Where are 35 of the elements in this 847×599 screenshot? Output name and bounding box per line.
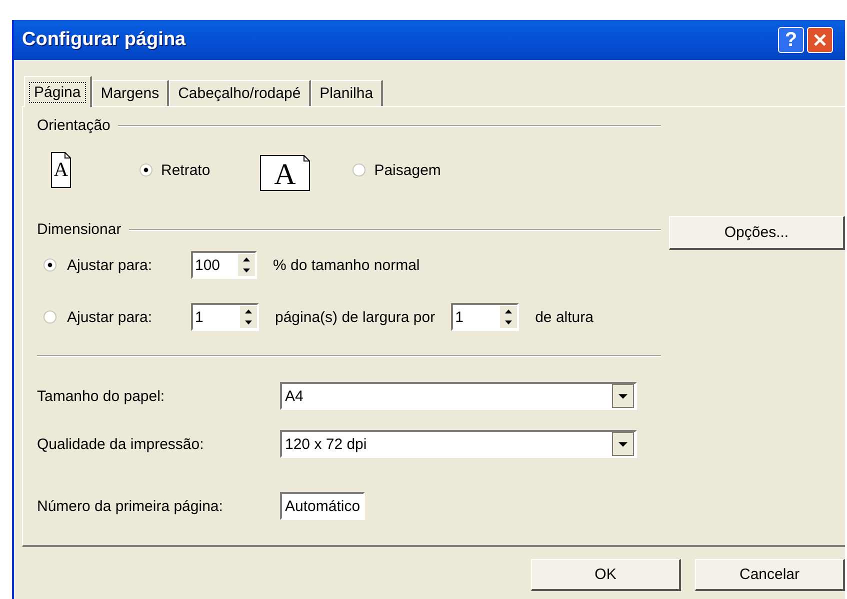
landscape-page-icon: A <box>260 155 310 191</box>
tab[interactable]: Cabeçalho/rodapé <box>169 80 311 106</box>
close-button[interactable] <box>807 27 833 53</box>
field-label: Número da primeira página: <box>37 498 224 514</box>
portrait-page-icon: A <box>51 152 71 188</box>
radio-button[interactable] <box>43 258 57 272</box>
group-heading: Orientação <box>37 117 110 134</box>
tab[interactable]: Página <box>24 76 92 107</box>
radio-label[interactable]: Ajustar para: <box>67 256 191 274</box>
field-suffix: página(s) de largura por <box>275 308 436 326</box>
group-heading: Dimensionar <box>37 221 122 238</box>
dialog-button[interactable]: Cancelar <box>695 559 845 591</box>
tab[interactable]: Planilha <box>310 80 384 106</box>
dropdown-field[interactable]: A4 <box>280 382 637 410</box>
spinner-field[interactable]: 100 <box>191 251 257 279</box>
spinner-field[interactable]: 1 <box>191 303 259 331</box>
radio-label[interactable]: Paisagem <box>374 162 441 178</box>
field-label: Tamanho do papel: <box>37 388 166 404</box>
close-icon <box>812 32 828 48</box>
tab[interactable]: Margens <box>92 80 170 106</box>
radio-button[interactable] <box>352 163 366 177</box>
radio-button[interactable] <box>43 310 57 324</box>
spinner-field[interactable]: 1 <box>451 303 520 331</box>
radio-label[interactable]: Retrato <box>161 162 210 178</box>
radio-button[interactable] <box>139 163 153 177</box>
field-label: Qualidade da impressão: <box>37 436 205 452</box>
dropdown-field[interactable]: 120 x 72 dpi <box>280 430 637 458</box>
input-field[interactable]: Automático <box>280 492 366 520</box>
field-suffix: % do tamanho normal <box>273 256 420 274</box>
field-suffix: de altura <box>535 308 594 326</box>
dialog-button[interactable]: OK <box>531 559 681 591</box>
radio-label[interactable]: Ajustar para: <box>67 308 191 326</box>
help-button[interactable]: ? <box>778 27 804 53</box>
options-button[interactable]: Opções... <box>669 216 845 250</box>
window-title: Configurar página <box>22 29 186 51</box>
